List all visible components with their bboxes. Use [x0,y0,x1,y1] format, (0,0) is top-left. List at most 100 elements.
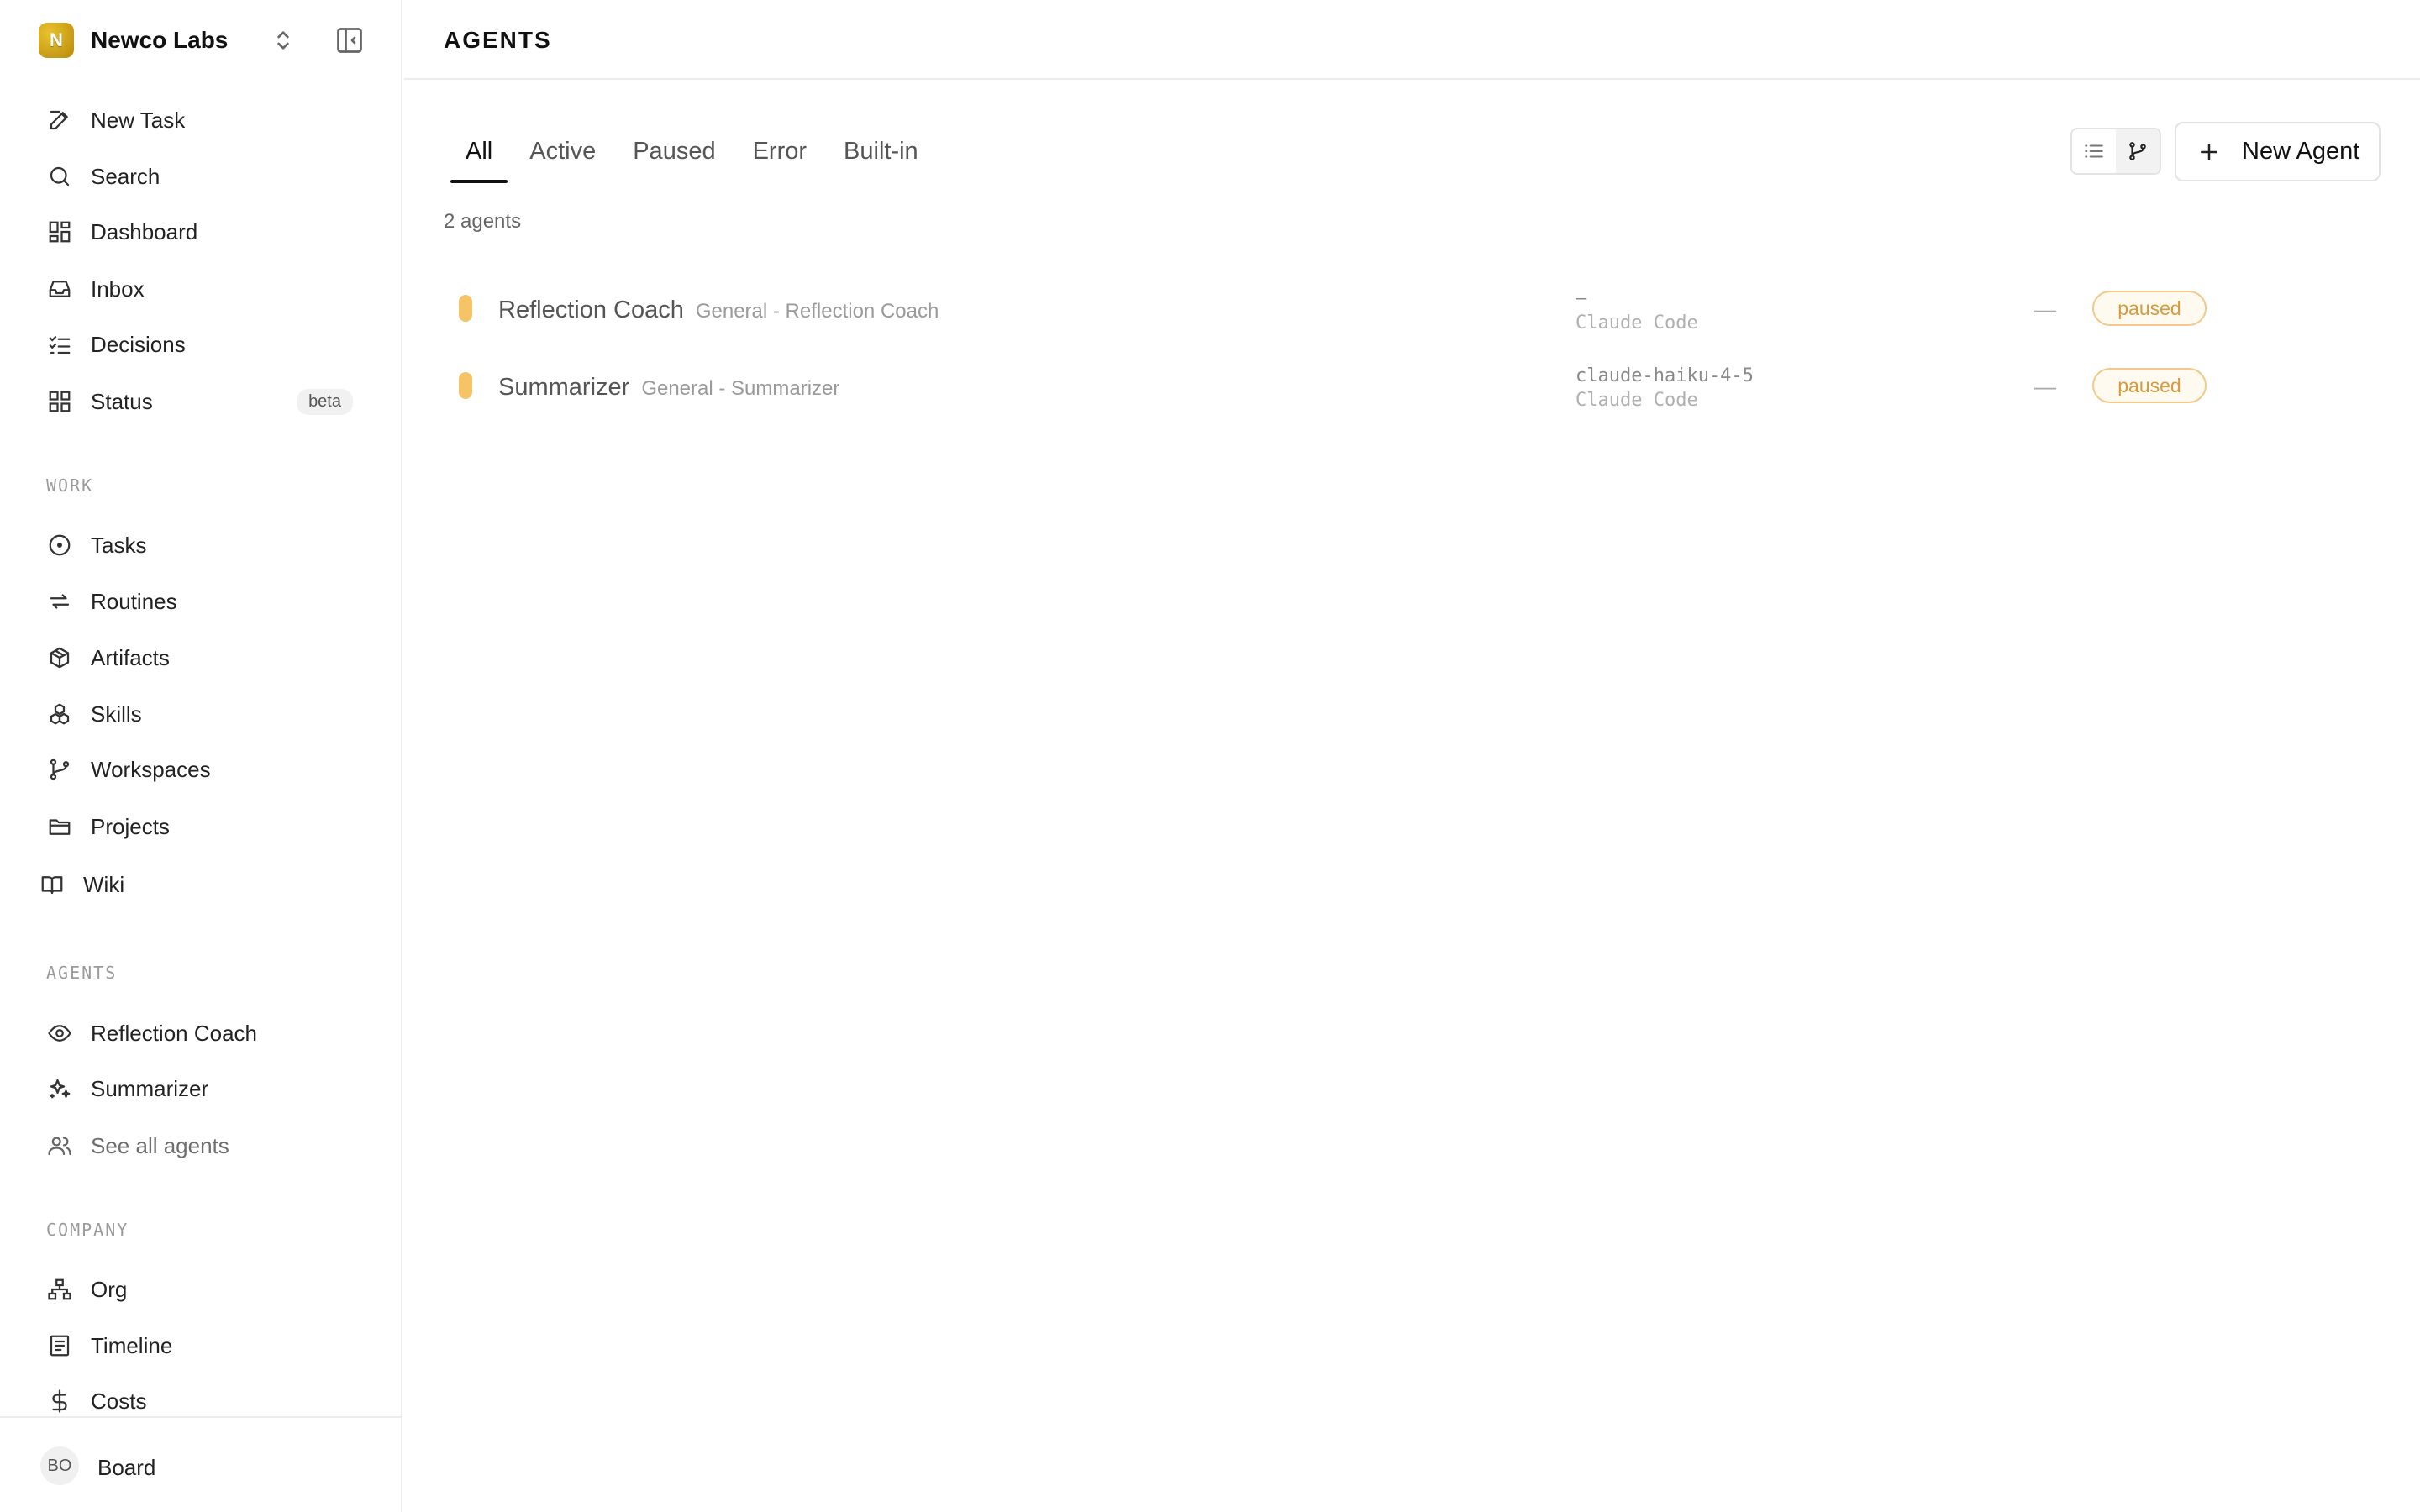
plus-icon [2201,143,2217,160]
nav-routines[interactable]: Routines [34,578,370,625]
filter-tabs: All Active Paused Error Built-in [450,124,940,183]
circle-dot-icon [45,531,74,559]
nav-label: New Task [91,107,186,133]
status-badge: paused [2092,368,2207,403]
nav-dashboard[interactable]: Dashboard [34,208,370,255]
agent-name-wrap: Reflection Coach General - Reflection Coa… [498,297,939,324]
sidebar-collapse-icon[interactable] [334,25,365,55]
nav-org[interactable]: Org [34,1266,370,1313]
nav-timeline[interactable]: Timeline [34,1322,370,1369]
repeat-icon [45,587,74,616]
runtime-name: Claude Code [1576,312,1698,333]
tab-active[interactable]: Active [514,124,611,183]
nav-label: Wiki [83,871,125,897]
sidebar: N Newco Labs New Task Search Dashboard I… [0,0,402,1512]
agent-model: claude-haiku-4-5 Claude Code [1576,364,1754,412]
nav-workspaces[interactable]: Workspaces [34,746,370,793]
nav-label: Decisions [91,331,186,357]
nav-label: Costs [91,1388,147,1414]
dollar-icon [45,1387,74,1415]
agent-name: Reflection Coach [498,297,684,323]
package-icon [45,643,74,672]
tree-view-button[interactable] [2116,129,2160,173]
nav-label: Skills [91,701,142,727]
git-branch-icon [2129,142,2146,160]
new-agent-label: New Agent [2242,138,2360,165]
folder-icon [45,812,74,841]
model-name: – [1576,288,1587,309]
nav-agent-summarizer[interactable]: Summarizer [34,1065,370,1112]
nav-projects[interactable]: Projects [34,803,370,850]
tab-all[interactable]: All [450,124,508,183]
nav-wiki[interactable]: Wiki [26,861,362,908]
tab-paused[interactable]: Paused [618,124,730,183]
workspace-switcher[interactable]: N Newco Labs [39,22,375,59]
nav-see-all-agents[interactable]: See all agents [34,1122,370,1169]
grid-icon [45,387,74,416]
tab-built-in[interactable]: Built-in [829,124,934,183]
tab-error[interactable]: Error [738,124,822,183]
org-chart-icon [45,1275,74,1304]
nav-label: Search [91,163,160,189]
list-check-icon [45,330,74,359]
skills-icon [45,700,74,728]
agent-count: 2 agents [444,210,522,233]
edit-icon [45,106,74,134]
agent-role: General - Reflection Coach [695,300,939,323]
nav-label: Workspaces [91,756,211,782]
section-title-work: WORK [46,475,94,496]
last-run: — [2034,297,2056,322]
status-badge: paused [2092,291,2207,326]
nav-label: Org [91,1276,128,1302]
view-toggle [2070,128,2161,175]
runtime-name: Claude Code [1576,390,1698,411]
nav-new-task[interactable]: New Task [34,97,370,144]
workspace-logo: N [39,23,74,58]
agent-model: – Claude Code [1576,286,1698,335]
chevron-up-down-icon[interactable] [270,27,297,54]
last-run: — [2034,374,2056,399]
top-bar: AGENTS [404,0,2420,80]
agent-row[interactable]: Reflection Coach General - Reflection Coa… [444,275,2376,342]
model-name: claude-haiku-4-5 [1576,365,1754,386]
timeline-icon [45,1331,74,1360]
agent-name-wrap: Summarizer General - Summarizer [498,374,839,402]
page-title: AGENTS [444,27,552,53]
status-dot [459,295,472,322]
sparkles-icon [45,1074,74,1103]
nav-label: Inbox [91,276,145,302]
beta-badge: beta [297,389,353,415]
nav-status[interactable]: Status beta [34,378,370,425]
status-dot [459,372,472,399]
user-label: Board [97,1455,156,1480]
section-title-company: COMPANY [46,1220,129,1240]
agent-row[interactable]: Summarizer General - Summarizer claude-ha… [444,352,2376,419]
dashboard-icon [45,218,74,246]
eye-icon [45,1019,74,1047]
section-title-agents: AGENTS [46,963,118,983]
nav-agent-reflection-coach[interactable]: Reflection Coach [34,1010,370,1057]
nav-label: Summarizer [91,1075,209,1101]
search-icon [45,162,74,191]
nav-artifacts[interactable]: Artifacts [34,634,370,681]
nav-label: Reflection Coach [91,1020,257,1046]
nav-label: See all agents [91,1132,229,1158]
nav-tasks[interactable]: Tasks [34,522,370,569]
book-icon [38,870,66,899]
agent-role: General - Summarizer [641,377,840,400]
agent-name: Summarizer [498,374,630,401]
avatar: BO [40,1446,79,1485]
nav-inbox[interactable]: Inbox [34,265,370,312]
inbox-icon [45,275,74,303]
user-menu[interactable]: BO Board [0,1416,402,1512]
nav-search[interactable]: Search [34,153,370,200]
users-icon [45,1131,74,1160]
main-content: AGENTS All Active Paused Error Built-in … [404,0,2420,1512]
nav-label: Status [91,388,153,414]
nav-skills[interactable]: Skills [34,690,370,738]
list-view-button[interactable] [2072,129,2116,173]
nav-decisions[interactable]: Decisions [34,321,370,368]
git-branch-icon [45,755,74,784]
new-agent-button[interactable]: New Agent [2175,122,2381,181]
nav-label: Timeline [91,1332,173,1358]
